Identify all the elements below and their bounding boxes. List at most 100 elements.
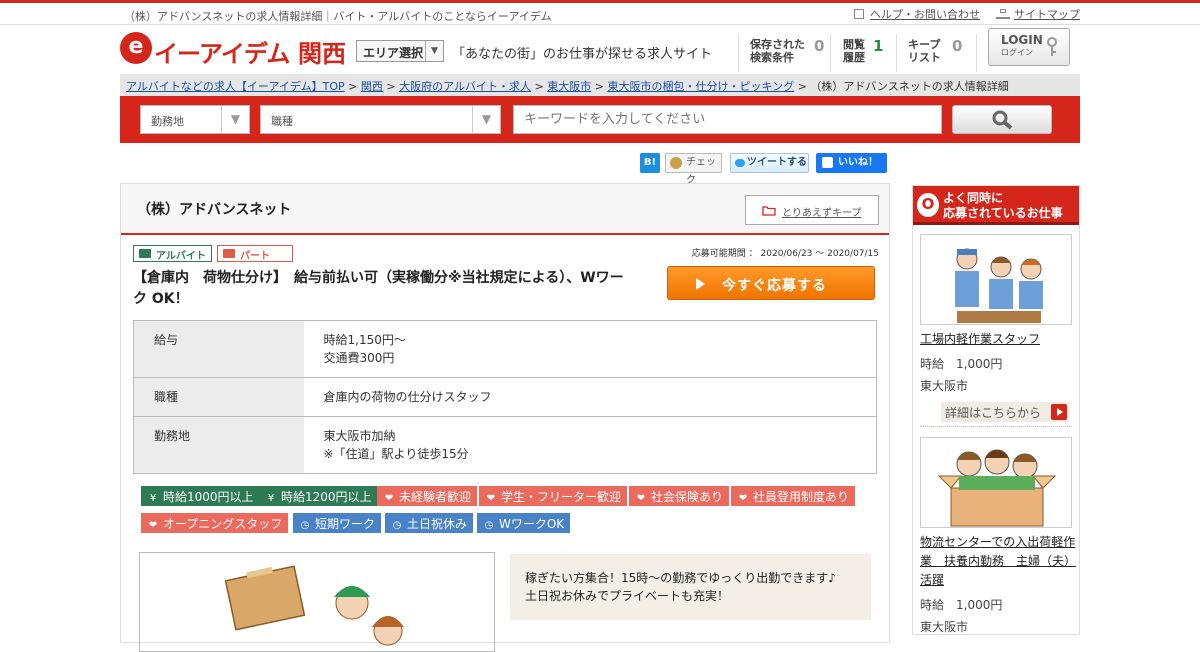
login-button[interactable]: LOGIN ログイン: [988, 28, 1070, 66]
header-divider: [976, 34, 977, 72]
table-header-cell: 職種: [133, 377, 304, 417]
job-detail-panel: （株）アドバンスネット とりあえずキープ アルバイト パート 応募可能期間 ： …: [120, 183, 890, 652]
feature-tag-label: 未経験者歓迎: [399, 490, 472, 504]
breadcrumb-link[interactable]: 関西: [361, 80, 383, 93]
briefcase-icon: [139, 249, 151, 258]
like-label: いいね！: [838, 157, 878, 168]
folder-icon: [762, 206, 776, 216]
related-job-image[interactable]: [920, 234, 1072, 325]
mixi-check-label: チェック: [686, 157, 716, 186]
twitter-icon: [735, 159, 745, 167]
breadcrumb-sep: >: [534, 80, 544, 93]
header-divider: [830, 34, 831, 72]
description-line: 稼ぎたい方集合！15時〜の勤務でゆっくり出勤できます♪: [525, 571, 836, 585]
chevron-down-icon: ▼: [221, 106, 249, 133]
feature-tag-label: 時給1200円以上: [281, 490, 372, 504]
feature-tag[interactable]: ❤ 学生・フリーター歓迎: [479, 486, 628, 506]
breadcrumb-current: （株）アドバンスネットの求人情報詳細: [810, 80, 1009, 93]
breadcrumb: アルバイトなどの求人【イーアイデム】TOP > 関西 > 大阪府のアルバイト・求…: [120, 74, 1080, 96]
job-description: 稼ぎたい方集合！15時〜の勤務でゆっくり出勤できます♪ 土日祝お休みでプライベー…: [510, 554, 871, 620]
sitemap-icon: [996, 9, 1010, 19]
keyword-input[interactable]: [513, 105, 942, 134]
related-job-place: 東大阪市: [920, 620, 969, 634]
table-row: 勤務地 東大阪市加納 ※「住道」駅より徒歩15分: [133, 416, 877, 474]
apply-now-button[interactable]: 今すぐ応募する: [667, 266, 875, 300]
login-sub-label: ログイン: [1001, 48, 1033, 57]
breadcrumb-link[interactable]: アルバイトなどの求人【イーアイデム】TOP: [126, 80, 345, 93]
area-select-label: エリア選択: [363, 46, 424, 60]
feature-tag[interactable]: ◷ 土日祝休み: [385, 513, 474, 533]
feature-tag-label: オープニングスタッフ: [163, 517, 283, 531]
feature-tag-label: WワークOK: [499, 517, 565, 531]
feature-tag[interactable]: ❤ 未経験者歓迎: [377, 486, 478, 506]
related-job-wage: 時給 1,000円: [920, 357, 1003, 371]
company-name: （株）アドバンスネット: [137, 202, 292, 218]
feature-tag-label: 社員登用制度あり: [753, 490, 850, 504]
description-line: 土日祝お休みでプライベートも充実！: [525, 589, 730, 603]
badge-icon: O: [917, 193, 939, 217]
help-link[interactable]: ヘルプ・お問い合わせ: [854, 6, 980, 22]
clock-icon: ◷: [484, 520, 494, 531]
related-job-title[interactable]: 工場内軽作業スタッフ: [920, 330, 1078, 349]
heart-icon: ❤: [384, 493, 394, 504]
mixi-check-button[interactable]: チェック: [665, 153, 722, 186]
table-cell: 東大阪市加納 ※「住道」駅より徒歩15分: [303, 416, 877, 474]
factory-workers-illustration: [955, 248, 1043, 323]
company-header: （株）アドバンスネット とりあえずキープ: [121, 184, 889, 235]
site-logo[interactable]: e イーアイデム 関西: [120, 32, 350, 68]
header-divider: [896, 34, 897, 72]
top-divider: [0, 24, 1200, 25]
saved-searches-count: 0: [814, 37, 825, 55]
like-button[interactable]: いいね！: [816, 153, 887, 173]
top-accent-strip: [0, 0, 1200, 3]
help-icon: [854, 9, 864, 19]
feature-tag[interactable]: ¥ 時給1000円以上: [141, 486, 260, 506]
heart-icon: ❤: [738, 493, 748, 504]
job-type-select[interactable]: 職種 ▼: [260, 105, 501, 134]
chevron-down-icon: ▼: [425, 41, 443, 61]
saved-searches-label1: 保存された: [750, 38, 805, 51]
area-select-dropdown[interactable]: エリア選択 ▼: [356, 40, 444, 62]
keep-list-count: 0: [952, 37, 963, 55]
location-select[interactable]: 勤務地 ▼: [140, 105, 250, 134]
feature-tag[interactable]: ◷ 短期ワーク: [293, 513, 382, 533]
saved-searches-label2: 検索条件: [750, 51, 794, 64]
related-job-title[interactable]: 物流センターでの入出荷軽作業 扶養内勤務 主婦（夫）活躍: [920, 533, 1078, 590]
play-arrow-icon: [696, 278, 705, 290]
yen-icon: ¥: [149, 493, 157, 504]
hatena-label: B!: [643, 157, 657, 168]
table-header-cell: 給与: [133, 320, 304, 378]
feature-tag[interactable]: ❤ 社員登用制度あり: [731, 486, 856, 506]
top-bar: （株）アドバンスネットの求人情報詳細｜バイト・アルバイトのことならイーアイデム …: [120, 4, 1080, 26]
job-type-value: 倉庫内の荷物の仕分けスタッフ: [323, 390, 492, 404]
related-job-image[interactable]: [920, 437, 1072, 528]
logo-region: 関西: [298, 40, 346, 68]
tweet-button[interactable]: ツイートする: [730, 153, 809, 173]
employment-type-label: アルバイト: [156, 251, 206, 262]
feature-tag[interactable]: ❤ オープニングスタッフ: [141, 513, 289, 533]
clock-icon: ◷: [392, 520, 402, 531]
breadcrumb-link[interactable]: 東大阪市: [547, 80, 591, 93]
related-jobs-sidebar: O よく同時に 応募されているお仕事 工場内軽作業スタッフ 時給 1,000円 …: [912, 185, 1080, 635]
employment-type-label: パート: [240, 251, 270, 262]
breadcrumb-link[interactable]: 大阪府のアルバイト・求人: [399, 80, 531, 93]
heart-icon: ❤: [636, 493, 646, 504]
keep-button[interactable]: とりあえずキープ: [745, 195, 879, 225]
tweet-label: ツイートする: [747, 157, 807, 168]
apply-now-label: 今すぐ応募する: [722, 278, 827, 294]
hatena-bookmark-button[interactable]: B!: [640, 153, 660, 173]
period-value: 2020/06/23 ～ 2020/07/15: [760, 249, 879, 259]
header-divider: [738, 34, 739, 72]
related-job-detail-link[interactable]: 詳細はこちらから: [941, 402, 1069, 422]
sitemap-link-label: サイトマップ: [1014, 8, 1080, 21]
feature-tag[interactable]: ¥ 時給1200円以上: [259, 486, 378, 506]
feature-tag[interactable]: ❤ 社会保険あり: [629, 486, 730, 506]
search-button[interactable]: [952, 105, 1052, 134]
job-info-table: 給与 時給1,150円〜 交通費300円 職種 倉庫内の荷物の仕分けスタッフ 勤務地東…: [133, 320, 877, 474]
feature-tag[interactable]: ◷ WワークOK: [477, 513, 571, 533]
breadcrumb-link[interactable]: 東大阪市の梱包・仕分け・ピッキング: [607, 80, 794, 93]
heart-icon: ❤: [486, 493, 496, 504]
related-job-place: 東大阪市: [920, 379, 969, 393]
sitemap-link[interactable]: サイトマップ: [996, 6, 1080, 22]
period-sep: ：: [748, 249, 758, 259]
